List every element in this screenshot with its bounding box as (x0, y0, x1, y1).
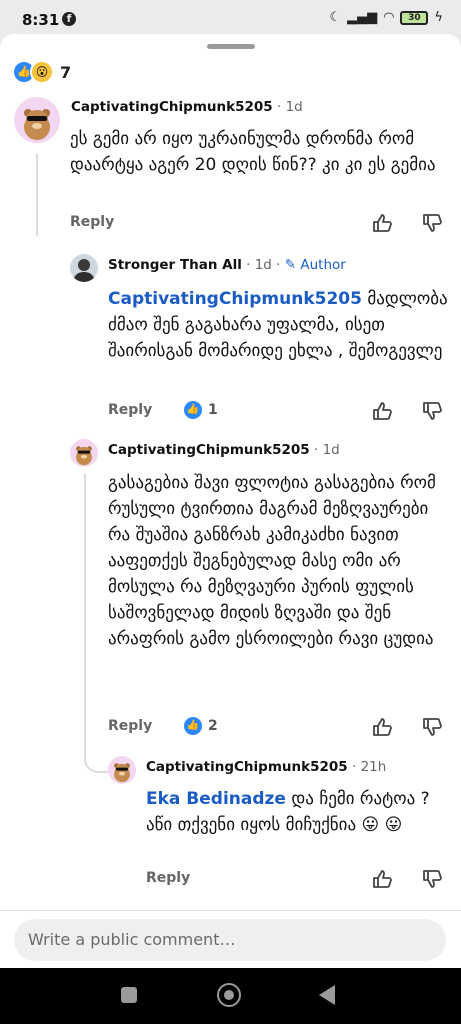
recents-icon[interactable] (121, 987, 137, 1003)
comment-age: 1d (254, 257, 272, 273)
avatar[interactable] (108, 756, 136, 784)
comment-author[interactable]: Stronger Than All · 1d · ✎ Author (108, 257, 346, 273)
signal-icon: ▂▄▆ (347, 10, 378, 25)
avatar[interactable] (70, 439, 98, 467)
comment-text: CaptivatingChipmunk5205 მადლობა ძმაო შენ… (108, 286, 448, 364)
comment-input[interactable]: Write a public comment… (14, 919, 446, 961)
comments-sheet: 👍 😮 7 CaptivatingChipmunk5205 · 1d ეს გე… (0, 34, 461, 910)
wow-reaction-icon: 😮 (30, 60, 54, 84)
battery-icon: 30 (400, 10, 429, 25)
like-icon: 👍 (184, 401, 202, 419)
like-count[interactable]: 👍 2 (184, 717, 218, 735)
like-icon: 👍 (184, 717, 202, 735)
comment-author[interactable]: CaptivatingChipmunk5205 · 21h (146, 759, 386, 775)
reaction-summary[interactable]: 👍 😮 7 (12, 60, 71, 84)
author-name[interactable]: CaptivatingChipmunk5205 (71, 99, 273, 115)
home-icon[interactable] (217, 983, 241, 1007)
mention-link[interactable]: CaptivatingChipmunk5205 (108, 289, 362, 309)
system-nav-bar (0, 968, 461, 1024)
comment-age: 1d (322, 442, 340, 458)
facebook-notification-icon: f (62, 12, 76, 26)
status-time: 8:31 (22, 11, 60, 29)
comment-text: Eka Bedinadze და ჩემი რატოა ? აწი თქვენი… (146, 786, 446, 838)
reaction-count: 7 (60, 62, 72, 82)
reply-button[interactable]: Reply (108, 718, 152, 734)
thumbs-up-icon[interactable] (371, 716, 393, 738)
thumbs-up-icon[interactable] (371, 400, 393, 422)
thumbs-up-icon[interactable] (371, 868, 393, 890)
chipmunk-avatar-icon (114, 763, 130, 783)
charging-icon: ϟ (434, 10, 443, 25)
reply-button[interactable]: Reply (146, 870, 190, 886)
comment-text: ეს გემი არ იყო უკრაინულმა დრონმა რომ დაა… (70, 129, 436, 175)
comment-text: გასაგებია შავი ფლოტია გასაგებია რომ რუსუ… (108, 473, 436, 649)
comment-author[interactable]: CaptivatingChipmunk5205 · 1d (71, 99, 303, 115)
pencil-icon: ✎ (284, 257, 301, 273)
thumbs-down-icon[interactable] (421, 716, 443, 738)
author-badge: Author (300, 257, 346, 273)
thumbs-up-icon[interactable] (371, 212, 393, 234)
comment-age: 21h (360, 759, 387, 775)
status-icons: ☾ ▂▄▆ ◠ 30 ϟ (329, 10, 443, 25)
wifi-icon: ◠ (383, 10, 395, 25)
reply-button[interactable]: Reply (70, 214, 114, 230)
thumbs-down-icon[interactable] (421, 212, 443, 234)
thumbs-down-icon[interactable] (421, 868, 443, 890)
comment-author[interactable]: CaptivatingChipmunk5205 · 1d (108, 442, 340, 458)
comment-composer: Write a public comment… (0, 910, 461, 969)
sheet-grabber[interactable] (207, 44, 255, 49)
thread-line (84, 474, 86, 729)
back-icon[interactable] (319, 985, 335, 1005)
comment-age: 1d (285, 99, 303, 115)
chipmunk-avatar-icon (76, 446, 92, 466)
reply-button[interactable]: Reply (108, 402, 152, 418)
avatar[interactable] (14, 97, 60, 143)
author-name[interactable]: CaptivatingChipmunk5205 (146, 759, 348, 775)
author-name[interactable]: CaptivatingChipmunk5205 (108, 442, 310, 458)
avatar[interactable] (70, 254, 98, 282)
person-avatar-icon (70, 254, 98, 282)
thread-line (36, 154, 38, 236)
author-name[interactable]: Stronger Than All (108, 257, 242, 273)
thumbs-down-icon[interactable] (421, 400, 443, 422)
thread-connector (84, 729, 108, 773)
mention-link[interactable]: Eka Bedinadze (146, 789, 286, 809)
moon-icon: ☾ (329, 10, 342, 25)
chipmunk-avatar-icon (24, 109, 50, 140)
like-count[interactable]: 👍 1 (184, 401, 218, 419)
